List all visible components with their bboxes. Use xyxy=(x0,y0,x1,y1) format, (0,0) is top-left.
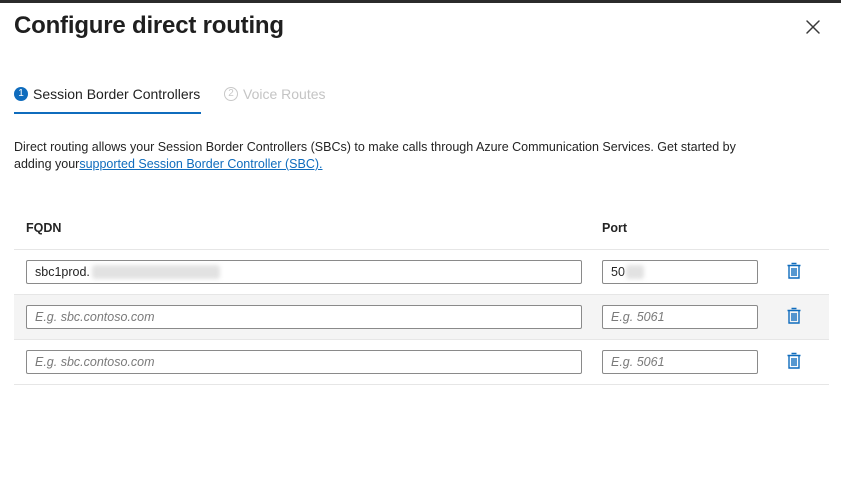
step-session-border-controllers[interactable]: 1 Session Border Controllers xyxy=(14,86,200,102)
fqdn-input[interactable] xyxy=(26,350,582,374)
window-top-border xyxy=(0,0,841,3)
table-header: FQDN Port xyxy=(14,206,829,250)
step-label: Session Border Controllers xyxy=(33,86,201,102)
column-header-port: Port xyxy=(602,221,627,235)
dialog-title: Configure direct routing xyxy=(14,12,284,39)
delete-row-button[interactable] xyxy=(786,352,802,370)
delete-row-button[interactable] xyxy=(786,307,802,325)
close-button[interactable] xyxy=(803,17,823,37)
step-label: Voice Routes xyxy=(243,86,326,102)
fqdn-input[interactable] xyxy=(26,305,582,329)
redacted-text xyxy=(626,265,644,279)
trash-icon xyxy=(787,262,801,279)
step-number-badge: 1 xyxy=(14,87,28,101)
close-icon xyxy=(806,20,820,34)
redacted-text xyxy=(92,265,220,279)
table-row xyxy=(14,340,829,385)
port-input[interactable] xyxy=(602,305,758,329)
table-row xyxy=(14,295,829,340)
column-header-fqdn: FQDN xyxy=(26,221,62,235)
step-voice-routes[interactable]: 2 Voice Routes xyxy=(224,86,326,102)
active-step-underline xyxy=(14,112,201,114)
table-row xyxy=(14,250,829,295)
sbc-table: FQDN Port xyxy=(14,206,829,385)
supported-sbc-link[interactable]: supported Session Border Controller (SBC… xyxy=(79,157,322,171)
trash-icon xyxy=(787,307,801,324)
trash-icon xyxy=(787,352,801,369)
port-input[interactable] xyxy=(602,350,758,374)
step-number-badge: 2 xyxy=(224,87,238,101)
description-text: Direct routing allows your Session Borde… xyxy=(14,139,754,173)
delete-row-button[interactable] xyxy=(786,262,802,280)
